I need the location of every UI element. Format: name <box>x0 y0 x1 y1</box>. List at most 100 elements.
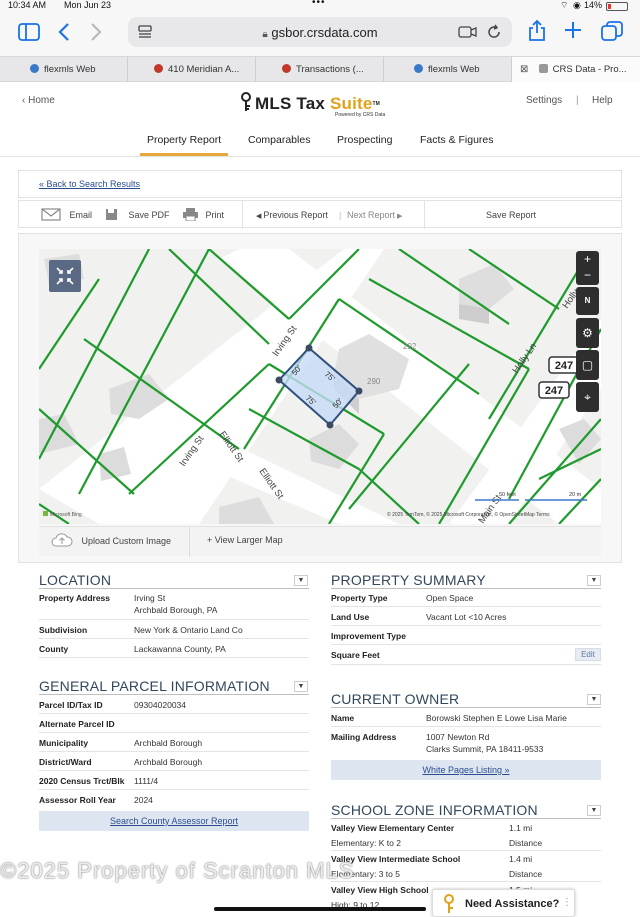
collapse-toggle[interactable]: ▼ <box>294 575 308 586</box>
route-number: 247 <box>545 385 563 397</box>
key-icon <box>443 894 455 916</box>
floppy-disk-icon <box>106 209 117 220</box>
tab-flexmls-1[interactable]: flexmls Web <box>0 57 128 83</box>
collapse-toggle[interactable]: ▼ <box>587 805 601 816</box>
tab-flexmls-2[interactable]: flexmls Web <box>384 57 512 83</box>
home-link[interactable]: ‹ Home <box>22 95 55 106</box>
collapse-map-button[interactable] <box>49 260 81 292</box>
view-larger-map-button[interactable]: + View Larger Map <box>207 535 283 545</box>
sidebar-icon[interactable] <box>18 23 40 45</box>
tab-favicon-icon <box>414 64 423 73</box>
school-distance: 1.1 mi <box>509 823 533 833</box>
tab-comparables[interactable]: Comparables <box>248 134 310 146</box>
need-assistance-button[interactable]: Need Assistance? ⋮ <box>432 889 575 917</box>
toolbar-divider <box>424 201 425 229</box>
back-arrow-icon[interactable] <box>58 22 70 46</box>
settings-link[interactable]: Settings <box>526 95 562 106</box>
location-title: LOCATION <box>39 572 112 588</box>
collapse-toggle[interactable]: ▼ <box>587 694 601 705</box>
field-label: Parcel ID/Tax ID <box>39 700 103 710</box>
multitask-dots-icon[interactable]: ••• <box>312 0 326 8</box>
reload-icon[interactable] <box>486 24 502 42</box>
share-icon[interactable] <box>528 19 546 46</box>
active-tab-indicator <box>140 153 228 156</box>
field-label: Square Feet <box>331 650 380 660</box>
print-button[interactable]: Print <box>182 208 224 222</box>
close-tab-icon[interactable]: ⊠ <box>520 57 530 82</box>
back-to-search-link[interactable]: « Back to Search Results <box>39 179 140 189</box>
school-grades: Elementary: K to 2 <box>331 838 401 848</box>
mailing-line2: Clarks Summit, PA 18411-9533 <box>426 744 544 754</box>
tab-prospecting[interactable]: Prospecting <box>337 134 392 146</box>
header-divider: | <box>576 95 579 106</box>
parcel-id-link[interactable]: 09304020034 <box>134 699 186 711</box>
tab-transactions[interactable]: Transactions (... <box>256 57 384 83</box>
tab-overview-icon[interactable] <box>601 21 623 45</box>
mls-tax-suite-logo[interactable]: MLS Tax SuiteTM Powered by CRS Data <box>240 92 385 118</box>
battery-icon <box>606 2 628 11</box>
subdivision-value: New York & Ontario Land Co <box>134 625 243 635</box>
compass-button[interactable]: N <box>576 287 599 315</box>
copyright-watermark: ©2025 Property of Scranton MLS <box>0 858 355 883</box>
bing-label: Microsoft Bing <box>50 512 82 518</box>
previous-report-button[interactable]: ◀ Previous Report <box>256 210 328 220</box>
new-tab-icon[interactable] <box>564 21 582 43</box>
map-settings-button[interactable]: ⚙ <box>576 318 599 348</box>
more-vertical-icon[interactable]: ⋮ <box>562 897 572 908</box>
gear-icon: ⚙ <box>582 326 593 340</box>
caret-down-icon: ▼ <box>590 807 598 814</box>
save-pdf-button[interactable]: Save PDF <box>105 208 170 221</box>
need-assistance-label: Need Assistance? <box>465 898 560 910</box>
field-label: Land Use <box>331 612 370 622</box>
row-divider <box>39 619 309 620</box>
field-label: Improvement Type <box>331 631 406 641</box>
caret-down-icon: ▼ <box>590 577 598 584</box>
summary-title: PROPERTY SUMMARY <box>331 572 486 588</box>
search-assessor-link[interactable]: Search County Assessor Report <box>110 816 238 826</box>
email-button[interactable]: Email <box>41 208 92 221</box>
section-rule <box>39 694 309 695</box>
row-divider <box>39 713 309 714</box>
tab-meridian[interactable]: 410 Meridian A... <box>128 57 256 83</box>
row-divider <box>39 789 309 790</box>
zoom-in-button[interactable]: + <box>576 251 599 268</box>
forward-arrow-icon[interactable] <box>90 22 102 46</box>
tab-label: CRS Data - Pro... <box>552 64 627 75</box>
field-label: Assessor Roll Year <box>39 795 116 805</box>
collapse-toggle[interactable]: ▼ <box>294 681 308 692</box>
lot-number: 292 <box>403 342 417 351</box>
tab-facts-figures[interactable]: Facts & Figures <box>420 134 494 146</box>
address-bar[interactable]: 🔒︎ gsbor.crsdata.com <box>128 17 512 47</box>
field-label: Municipality <box>39 738 89 748</box>
school-name: Valley View Elementary Center <box>331 823 455 833</box>
tab-share-icon[interactable] <box>458 25 478 41</box>
field-label: Mailing Address <box>331 732 397 742</box>
map-select-button[interactable]: ▢ <box>576 350 599 380</box>
lot-number: 290 <box>367 377 381 386</box>
white-pages-link[interactable]: White Pages Listing » <box>422 765 509 775</box>
save-pdf-label: Save PDF <box>128 210 170 220</box>
tab-label: flexmls Web <box>44 64 96 75</box>
row-divider <box>331 664 601 665</box>
upload-custom-image-button[interactable]: Upload Custom Image <box>51 532 171 548</box>
url-text: 🔒︎ gsbor.crsdata.com <box>128 25 512 40</box>
map-actions: Upload Custom Image + View Larger Map <box>39 526 601 557</box>
row-divider <box>331 625 601 626</box>
next-report-button[interactable]: Next Report ▶ <box>347 210 402 220</box>
collapse-toggle[interactable]: ▼ <box>587 575 601 586</box>
tab-crs-data[interactable]: ⊠ CRS Data - Pro... <box>512 57 640 83</box>
help-link[interactable]: Help <box>592 95 613 106</box>
parcel-map[interactable]: 50' 75' 75' 50' Irving St Irving St Elli… <box>39 249 601 524</box>
logo-subtitle: Powered by CRS Data <box>335 112 386 118</box>
zoom-out-button[interactable]: − <box>576 268 599 285</box>
edit-square-feet-button[interactable]: Edit <box>575 648 601 661</box>
caret-down-icon: ▼ <box>297 577 305 584</box>
property-type-value: Open Space <box>426 593 474 603</box>
route-number: 247 <box>555 360 573 372</box>
save-report-button[interactable]: Save Report <box>486 210 536 220</box>
tab-property-report[interactable]: Property Report <box>147 134 221 146</box>
locate-button[interactable]: ⌖ <box>576 382 599 412</box>
row-divider <box>39 657 309 658</box>
shrink-arrows-icon <box>56 267 74 285</box>
field-label: Subdivision <box>39 625 88 635</box>
